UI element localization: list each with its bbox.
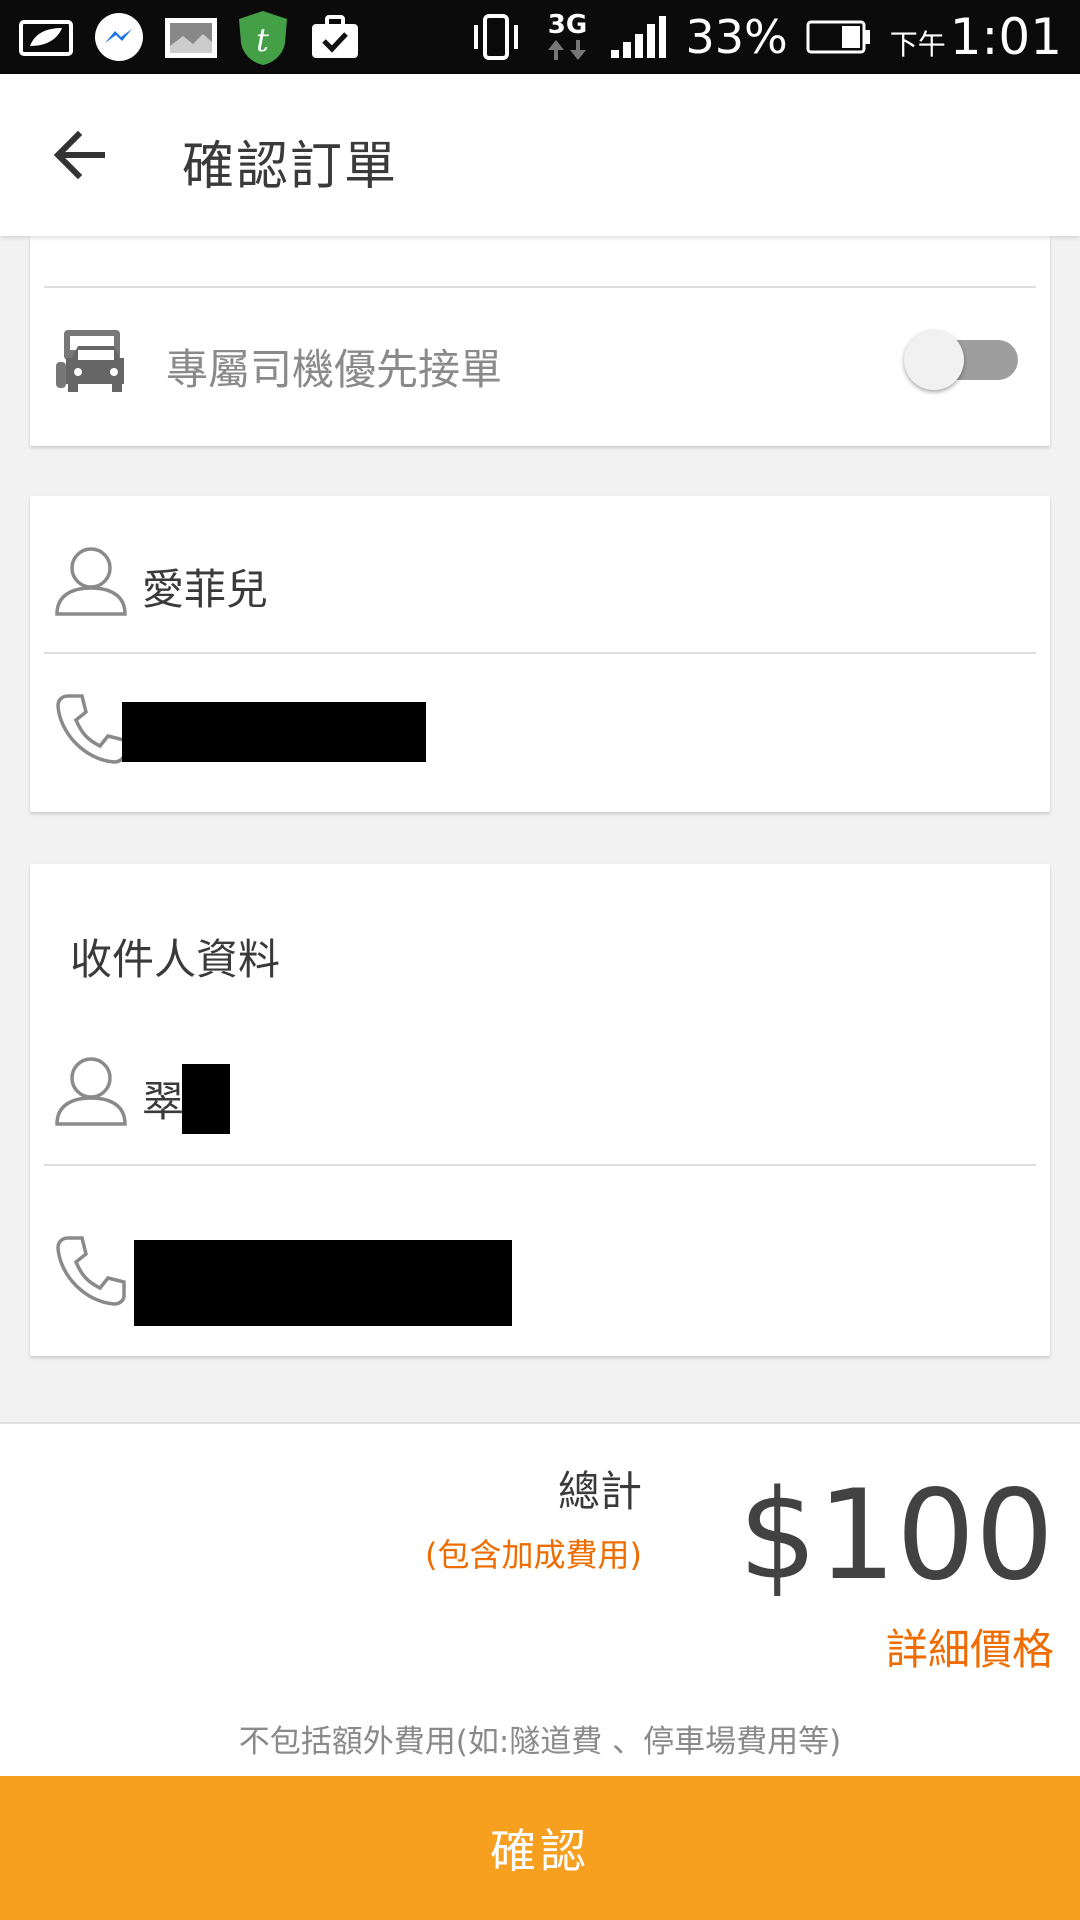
app-bar: 確認訂單 bbox=[0, 74, 1080, 236]
back-button[interactable] bbox=[48, 122, 118, 188]
recipient-name-redacted bbox=[182, 1064, 230, 1134]
recipient-name[interactable]: 翠 bbox=[142, 1068, 184, 1129]
extra-fee-disclaimer: 不包括額外費用(如:隧道費 、停車場費用等) bbox=[238, 1724, 842, 1760]
confirm-button[interactable]: 確認 bbox=[0, 1776, 1080, 1920]
time-prefix: 下午 bbox=[889, 28, 946, 61]
clock: 下午1:01 bbox=[890, 8, 1062, 66]
messenger-icon bbox=[90, 13, 148, 63]
recipient-heading: 收件人資料 bbox=[70, 935, 281, 984]
toggle-knob bbox=[904, 330, 964, 390]
system-status: 3G 33% 下午1:01 bbox=[467, 0, 1062, 74]
signal-icon bbox=[609, 12, 667, 62]
price-detail-link[interactable]: 詳細價格 bbox=[886, 1616, 1054, 1677]
total-label: 總計 bbox=[557, 1467, 642, 1516]
order-summary: 總計 (包含加成費用) $100 詳細價格 不包括額外費用(如:隧道費 、停車場… bbox=[0, 1422, 1080, 1778]
card-divider bbox=[44, 1164, 1036, 1166]
recipient-phone-redacted bbox=[134, 1240, 512, 1326]
sender-name[interactable]: 愛菲兒 bbox=[142, 556, 268, 617]
card-divider bbox=[44, 286, 1036, 288]
card-divider bbox=[44, 652, 1036, 654]
page-title: 確認訂單 bbox=[182, 137, 399, 197]
surcharge-note: (包含加成費用) bbox=[425, 1536, 642, 1574]
vibrate-icon bbox=[467, 12, 525, 62]
battery-icon bbox=[806, 12, 872, 62]
data-arrows-icon: 3G bbox=[543, 12, 591, 62]
battery-saver-icon bbox=[18, 13, 76, 63]
briefcase-check-icon bbox=[306, 13, 364, 63]
person-icon bbox=[54, 1054, 128, 1132]
priority-driver-label: 專屬司機優先接單 bbox=[166, 345, 503, 394]
options-card: 專屬司機優先接單 bbox=[30, 236, 1050, 446]
t-app-icon: t bbox=[234, 11, 292, 65]
priority-driver-toggle[interactable] bbox=[904, 326, 1024, 394]
battery-percent: 33% bbox=[685, 10, 788, 64]
recipient-card: 收件人資料 翠 bbox=[30, 864, 1050, 1356]
phone-icon bbox=[54, 1234, 128, 1312]
gallery-icon bbox=[162, 13, 220, 63]
status-bar: t 3G 33% 下午1:01 bbox=[0, 0, 1080, 74]
total-amount: $100 bbox=[738, 1464, 1054, 1608]
svg-text:t: t bbox=[256, 21, 269, 59]
sender-card: 愛菲兒 bbox=[30, 496, 1050, 812]
driver-car-icon bbox=[54, 328, 130, 398]
arrow-back-icon bbox=[53, 130, 105, 180]
person-icon bbox=[54, 544, 128, 622]
notification-icons: t bbox=[18, 8, 364, 68]
sender-phone-redacted bbox=[122, 702, 426, 762]
phone-icon bbox=[54, 692, 128, 770]
time: 1:01 bbox=[949, 8, 1062, 66]
network-type: 3G bbox=[547, 10, 588, 40]
